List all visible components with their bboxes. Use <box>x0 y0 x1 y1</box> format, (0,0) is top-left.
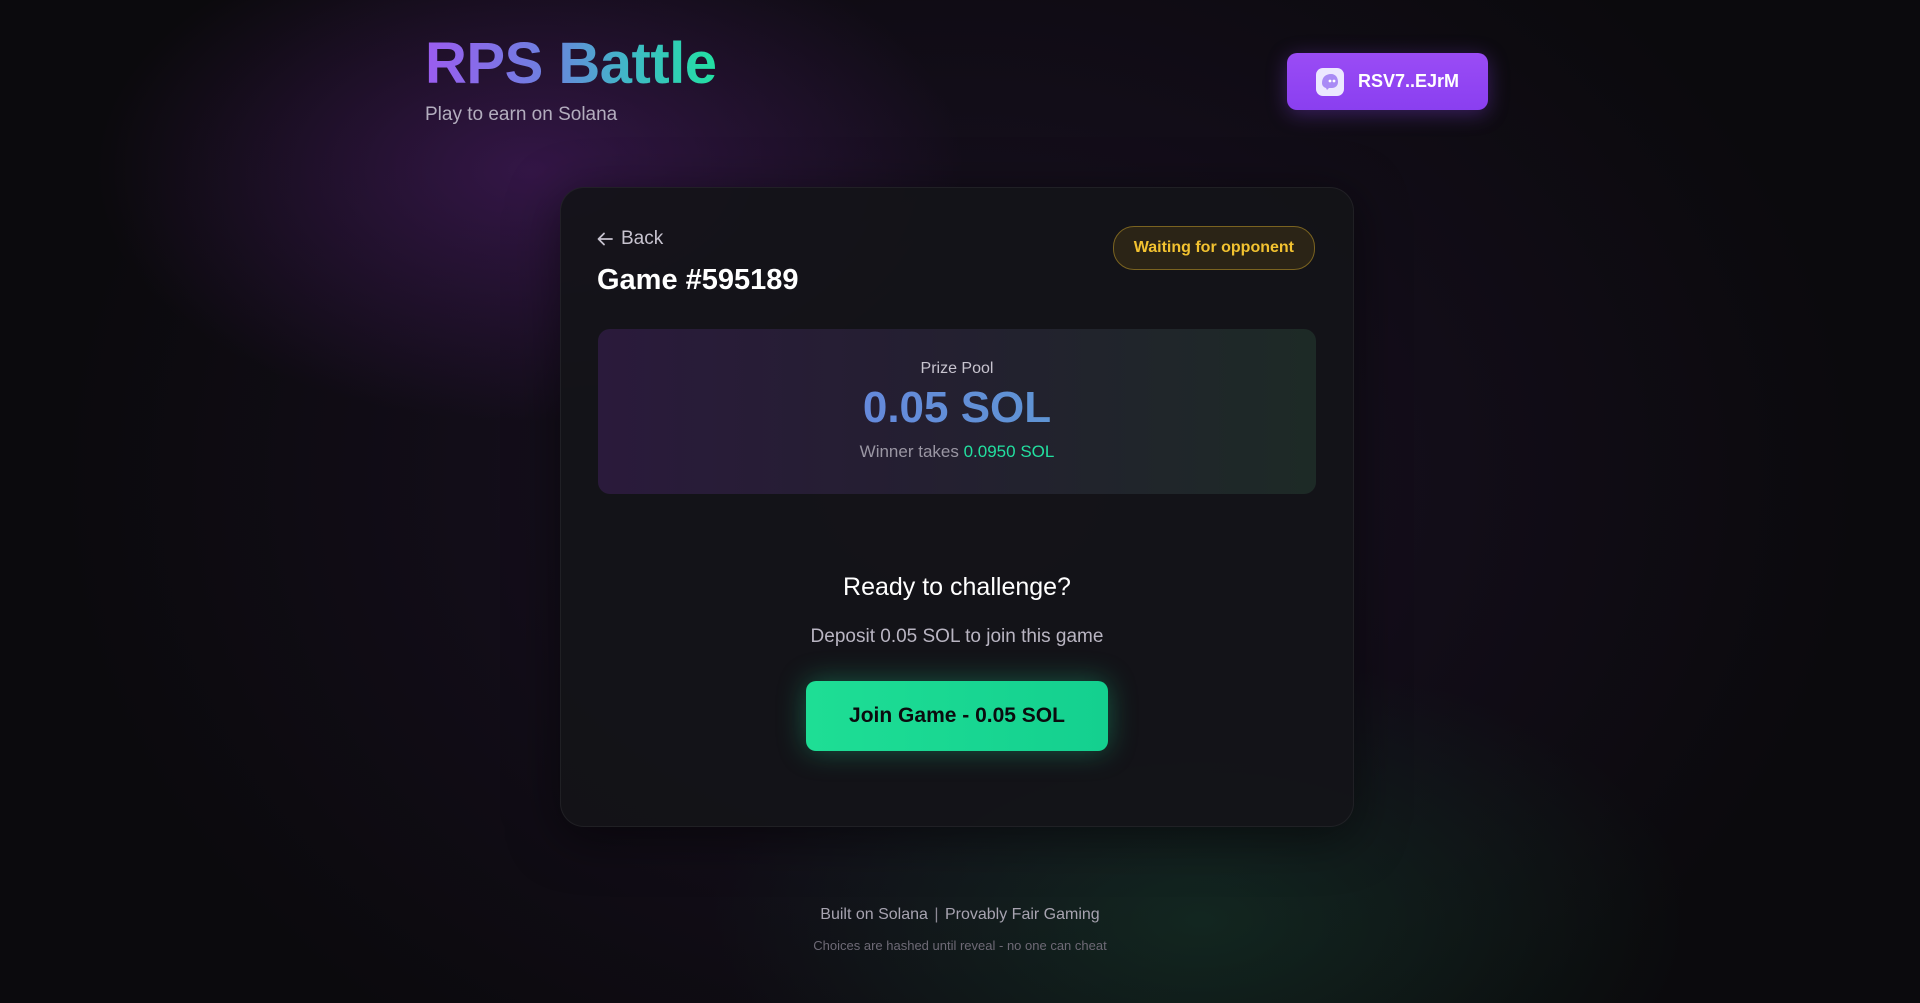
deposit-description: Deposit 0.05 SOL to join this game <box>810 626 1104 647</box>
status-badge: Waiting for opponent <box>1112 226 1315 270</box>
back-button[interactable]: Back <box>597 228 663 250</box>
game-title: Game #595189 <box>597 264 799 296</box>
brand: RPS Battle Play to earn on Solana <box>425 32 717 126</box>
app-title: RPS Battle <box>425 31 717 96</box>
wallet-address: RSV7..EJrM <box>1357 71 1460 91</box>
back-label: Back <box>621 228 664 249</box>
footer-tagline: Built on Solana | Provably Fair Gaming <box>0 906 1920 924</box>
winner-takes-amount: 0.0950 SOL <box>963 442 1055 461</box>
winner-takes-line: Winner takes 0.0950 SOL <box>598 442 1316 462</box>
challenge-heading: Ready to challenge? <box>843 573 1071 601</box>
game-card: Back Game #595189 Waiting for opponent P… <box>560 187 1354 827</box>
prize-pool-label: Prize Pool <box>920 360 994 377</box>
prize-pool-panel: Prize Pool 0.05 SOL Winner takes 0.0950 … <box>598 329 1316 494</box>
footer-note: Choices are hashed until reveal - no one… <box>813 938 1107 953</box>
winner-takes-label: Winner takes <box>859 442 959 461</box>
phantom-wallet-icon <box>1315 67 1344 96</box>
footer-divider: | <box>934 906 939 923</box>
wallet-button[interactable]: RSV7..EJrM <box>1287 53 1488 110</box>
footer-built-on: Built on Solana <box>820 906 928 923</box>
join-game-button[interactable]: Join Game - 0.05 SOL <box>806 681 1108 751</box>
arrow-left-icon <box>597 232 613 246</box>
app-subtitle: Play to earn on Solana <box>425 104 618 125</box>
prize-pool-amount: 0.05 SOL <box>598 382 1316 434</box>
footer-fair-gaming: Provably Fair Gaming <box>944 906 1100 923</box>
